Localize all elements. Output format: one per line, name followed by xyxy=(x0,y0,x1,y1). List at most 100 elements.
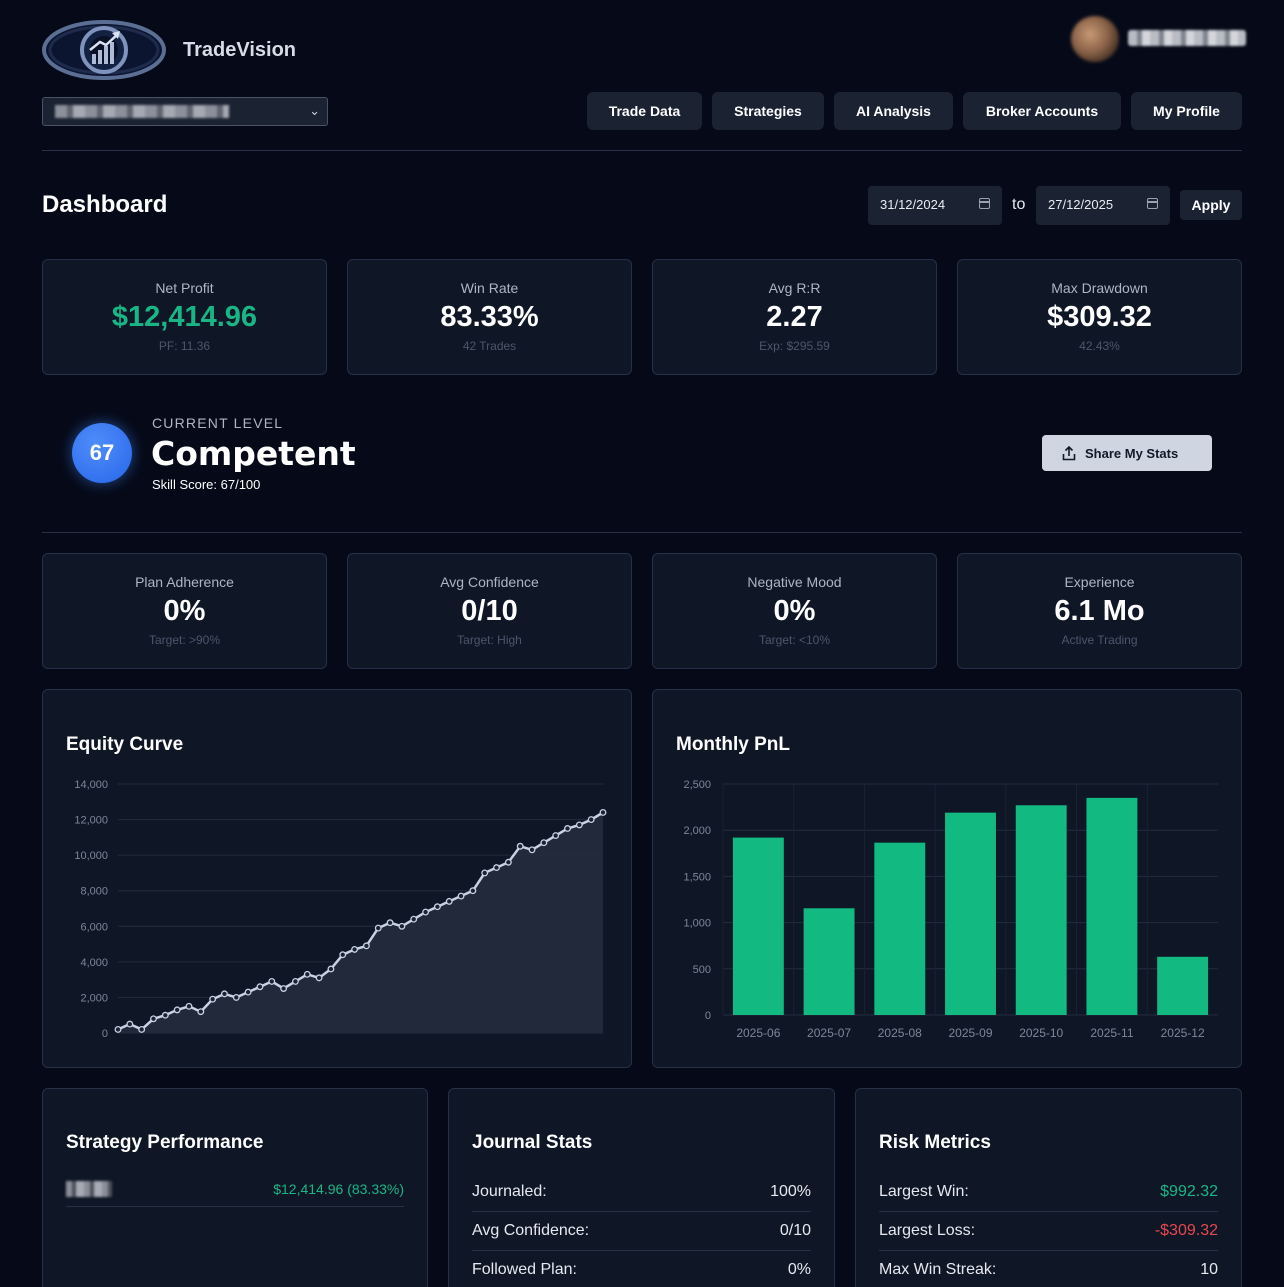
stat-label: Experience xyxy=(1064,574,1135,590)
stat-value: 0% xyxy=(163,595,206,627)
panel-title: Risk Metrics xyxy=(879,1132,991,1153)
stat-value: $12,414.96 xyxy=(111,301,258,333)
nav-ai-analysis[interactable]: AI Analysis xyxy=(834,92,953,130)
y-tick-label: 2,000 xyxy=(683,825,711,837)
equity-point xyxy=(280,985,288,992)
nav-broker-accounts[interactable]: Broker Accounts xyxy=(963,92,1121,130)
stat-card-experience: Experience 6.1 Mo Active Trading xyxy=(957,553,1242,669)
risk-row-max-win-streak: Max Win Streak: 10 xyxy=(879,1251,1218,1287)
monthly-pnl-chart: 0 500 1,000 1,500 2,000 2,500 2025-06 2025-07 20… xyxy=(683,779,1218,1040)
skill-score: Skill Score: 67/100 xyxy=(152,477,261,492)
date-from-value: 31/12/2024 xyxy=(880,197,946,212)
equity-point xyxy=(481,869,489,877)
equity-point xyxy=(114,1025,122,1033)
y-tick-label: 6,000 xyxy=(80,921,108,933)
stat-subtext: 42 Trades xyxy=(462,339,517,353)
equity-point xyxy=(232,993,240,1001)
pnl-bar xyxy=(1015,805,1067,1015)
equity-point xyxy=(457,892,465,900)
calendar-icon[interactable] xyxy=(1147,198,1158,209)
equity-point xyxy=(575,821,583,829)
stat-label: Win Rate xyxy=(460,280,519,296)
row-label: Largest Loss: xyxy=(879,1222,976,1239)
x-tick-label: 2025-07 xyxy=(807,1026,851,1040)
nav-strategies[interactable]: Strategies xyxy=(712,92,824,130)
equity-point xyxy=(398,922,406,930)
level-divider xyxy=(42,532,1242,533)
stat-value: $309.32 xyxy=(1047,301,1152,333)
pnl-bar xyxy=(803,908,855,1015)
row-value: 100% xyxy=(770,1183,811,1200)
equity-point xyxy=(268,977,276,985)
risk-row-largest-win: Largest Win: $992.32 xyxy=(879,1173,1218,1212)
stat-card-avg-confidence: Avg Confidence 0/10 Target: High xyxy=(347,553,632,669)
equity-point xyxy=(410,915,418,923)
date-to-input[interactable]: 27/12/2025 xyxy=(1036,186,1170,225)
app-name: TradeVision xyxy=(183,39,297,61)
equity-point xyxy=(528,846,536,854)
equity-point xyxy=(540,839,548,847)
equity-point xyxy=(138,1025,146,1033)
row-value: $992.32 xyxy=(1160,1183,1218,1200)
equity-point xyxy=(386,919,394,927)
stat-label: Avg Confidence xyxy=(440,574,539,590)
equity-point xyxy=(185,1002,193,1010)
equity-point xyxy=(362,942,370,950)
equity-curve-panel: Equity Curve 0 2,000 4,000 6,000 8,000 10,000… xyxy=(42,689,632,1068)
pnl-bar xyxy=(1157,956,1209,1015)
row-value: 0% xyxy=(787,1261,811,1278)
equity-point xyxy=(493,864,500,872)
y-tick-label: 0 xyxy=(705,1010,711,1022)
equity-point xyxy=(303,970,311,978)
nav-trade-data[interactable]: Trade Data xyxy=(587,92,702,130)
row-label: Journaled: xyxy=(472,1183,547,1200)
equity-point xyxy=(504,858,512,866)
stat-card-avg-rr: Avg R:R 2.27 Exp: $295.59 xyxy=(652,259,937,375)
equity-point xyxy=(327,965,335,973)
stat-value: 0% xyxy=(773,595,816,627)
risk-metrics-panel: Risk Metrics Largest Win: $992.32 Larges… xyxy=(855,1088,1242,1287)
equity-point xyxy=(244,988,252,996)
equity-point xyxy=(599,809,607,816)
username-redacted[interactable] xyxy=(1128,30,1246,46)
stat-subtext: Target: High xyxy=(457,633,522,647)
equity-point xyxy=(433,903,441,911)
avatar[interactable] xyxy=(1071,16,1119,62)
stat-label: Avg R:R xyxy=(768,280,821,296)
x-tick-label: 2025-09 xyxy=(948,1026,992,1040)
tradevision-logo xyxy=(42,20,166,80)
header-divider xyxy=(42,150,1242,151)
share-stats-button[interactable]: Share My Stats xyxy=(1042,435,1212,471)
equity-point xyxy=(564,825,571,832)
nav-my-profile[interactable]: My Profile xyxy=(1131,92,1242,130)
equity-point xyxy=(587,816,595,824)
apply-button[interactable]: Apply xyxy=(1180,190,1242,220)
date-from-input[interactable]: 31/12/2024 xyxy=(868,186,1002,225)
equity-point xyxy=(291,977,299,985)
equity-point xyxy=(161,1011,169,1019)
level-score-badge: 67 xyxy=(72,423,132,483)
equity-point xyxy=(374,924,382,932)
x-tick-label: 2025-12 xyxy=(1161,1026,1205,1040)
strategy-row[interactable]: $12,414.96 (83.33%) xyxy=(66,1172,404,1207)
x-tick-label: 2025-08 xyxy=(878,1026,922,1040)
equity-point xyxy=(552,832,560,840)
strategy-value: $12,414.96 (83.33%) xyxy=(273,1181,404,1197)
strategy-performance-panel: Strategy Performance $12,414.96 (83.33%) xyxy=(42,1088,428,1287)
equity-point xyxy=(422,908,430,916)
pnl-bar xyxy=(1086,797,1138,1015)
stat-subtext: Active Trading xyxy=(1061,633,1138,647)
y-tick-label: 1,000 xyxy=(683,918,711,930)
row-label: Followed Plan: xyxy=(472,1261,577,1278)
journal-row-followed-plan: Followed Plan: 0% xyxy=(472,1251,811,1287)
account-name-redacted xyxy=(55,105,229,118)
journal-stats-panel: Journal Stats Journaled: 100% Avg Confid… xyxy=(448,1088,835,1287)
stat-label: Net Profit xyxy=(155,280,214,296)
account-select[interactable]: ⌄ xyxy=(42,97,328,126)
stat-card-net-profit: Net Profit $12,414.96 PF: 11.36 xyxy=(42,259,327,375)
pnl-bar xyxy=(945,812,996,1015)
calendar-icon[interactable] xyxy=(979,198,990,209)
stat-card-plan-adherence: Plan Adherence 0% Target: >90% xyxy=(42,553,327,669)
stat-value: 6.1 Mo xyxy=(1054,595,1145,627)
share-icon xyxy=(1062,445,1076,460)
